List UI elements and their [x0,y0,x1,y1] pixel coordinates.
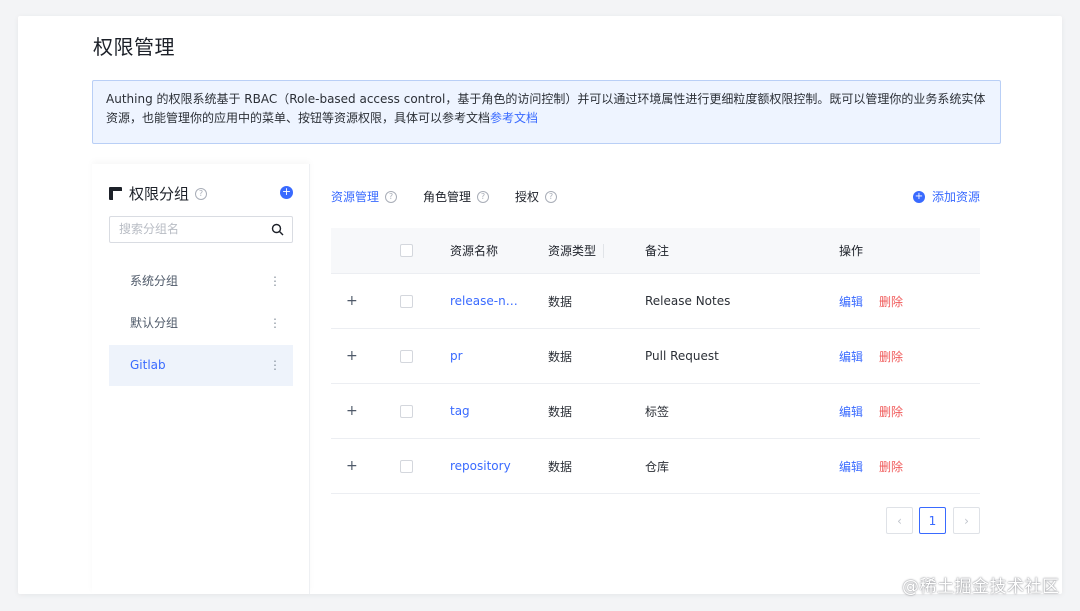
delete-button[interactable]: 删除 [879,458,903,475]
type-cell: 数据 [548,294,573,309]
resource-name-link[interactable]: pr [450,349,522,363]
group-panel-header: 权限分组 ? [109,183,208,204]
row-checkbox[interactable] [400,459,413,473]
page-title: 权限管理 [93,35,175,59]
plus-circle-icon: + [913,190,925,203]
edit-button[interactable]: 编辑 [839,293,863,310]
operations-cell: 编辑 删除 [839,384,903,438]
type-cell: 数据 [548,404,573,419]
header-note: 备注 [645,244,670,258]
group-panel-title: 权限分组 [129,185,190,203]
tab-label: 授权 [515,190,540,204]
pagination-page-current[interactable]: 1 [919,507,946,534]
group-item-label: Gitlab [130,358,166,372]
search-icon[interactable] [271,223,284,236]
column-divider[interactable] [603,244,604,258]
table-header: 资源名称 资源类型 备注 操作 [331,228,980,274]
expand-icon[interactable]: + [346,329,358,383]
delete-button[interactable]: 删除 [879,348,903,365]
row-checkbox[interactable] [400,349,413,363]
expand-icon[interactable]: + [346,384,358,438]
pagination-prev-button[interactable]: ‹ [886,507,913,534]
expand-icon[interactable]: + [346,439,358,493]
tab-resources[interactable]: 资源管理 ? [331,188,398,205]
help-icon[interactable]: ? [477,190,490,203]
expand-icon[interactable]: + [346,274,358,328]
row-checkbox[interactable] [400,404,413,418]
header-type: 资源类型 [548,244,597,258]
name-cell: pr [450,329,525,383]
edit-button[interactable]: 编辑 [839,458,863,475]
header-operations: 操作 [839,244,864,258]
add-resource-label: 添加资源 [932,190,981,204]
table-row: + repository 数据 仓库 编辑 删除 [331,439,980,494]
header-name: 资源名称 [450,244,499,258]
resource-table: 资源名称 资源类型 备注 操作 + release-notes 数据 Relea… [331,228,980,494]
add-resource-button[interactable]: + 添加资源 [913,188,980,205]
info-notice: Authing 的权限系统基于 RBAC（Role-based access c… [92,80,1001,144]
group-search-input[interactable] [119,222,269,236]
more-icon[interactable]: ⋮ [269,345,281,386]
tab-label: 角色管理 [423,190,472,204]
operations-cell: 编辑 删除 [839,439,903,493]
help-icon[interactable]: ? [385,190,398,203]
tab-roles[interactable]: 角色管理 ? [423,188,490,205]
name-cell: release-notes [450,274,525,328]
select-all-cell [400,228,413,273]
note-cell: Pull Request [645,349,719,363]
row-checkbox-cell [400,384,413,438]
folder-icon [109,187,122,200]
resource-name-link[interactable]: release-notes [450,294,522,308]
row-checkbox-cell [400,439,413,493]
note-cell: 仓库 [645,459,670,474]
group-item-label: 系统分组 [130,274,179,288]
more-icon[interactable]: ⋮ [269,261,281,302]
docs-link[interactable]: 参考文档 [490,111,538,125]
type-cell: 数据 [548,349,573,364]
table-row: + release-notes 数据 Release Notes 编辑 删除 [331,274,980,329]
help-icon[interactable]: ? [195,187,208,200]
row-checkbox[interactable] [400,294,413,308]
tab-authorization[interactable]: 授权 ? [515,188,558,205]
help-icon[interactable]: ? [545,190,558,203]
group-item-system[interactable]: 系统分组 ⋮ [109,261,293,302]
table-row: + tag 数据 标签 编辑 删除 [331,384,980,439]
row-checkbox-cell [400,274,413,328]
watermark-text: @稀土掘金技术社区 [902,577,1060,597]
tab-bar: 资源管理 ? 角色管理 ? 授权 ? [331,188,583,205]
more-icon[interactable]: ⋮ [269,303,281,344]
resource-name-link[interactable]: repository [450,459,522,473]
delete-button[interactable]: 删除 [879,403,903,420]
type-cell: 数据 [548,459,573,474]
group-item-default[interactable]: 默认分组 ⋮ [109,303,293,344]
notice-text: Authing 的权限系统基于 RBAC（Role-based access c… [106,92,986,125]
permission-group-panel: 权限分组 ? + 系统分组 ⋮ 默认分组 ⋮ Gitlab ⋮ [92,164,310,594]
name-cell: tag [450,384,525,438]
group-search-box [109,216,293,243]
resource-name-link[interactable]: tag [450,404,522,418]
edit-button[interactable]: 编辑 [839,403,863,420]
note-cell: 标签 [645,404,670,419]
select-all-checkbox[interactable] [400,244,413,257]
operations-cell: 编辑 删除 [839,329,903,383]
tab-label: 资源管理 [331,190,380,204]
group-item-label: 默认分组 [130,316,179,330]
note-cell: Release Notes [645,294,731,308]
edit-button[interactable]: 编辑 [839,348,863,365]
group-item-gitlab[interactable]: Gitlab ⋮ [109,345,293,386]
name-cell: repository [450,439,525,493]
table-row: + pr 数据 Pull Request 编辑 删除 [331,329,980,384]
row-checkbox-cell [400,329,413,383]
delete-button[interactable]: 删除 [879,293,903,310]
operations-cell: 编辑 删除 [839,274,903,328]
pagination-next-button[interactable]: › [953,507,980,534]
add-group-button[interactable]: + [280,186,293,199]
